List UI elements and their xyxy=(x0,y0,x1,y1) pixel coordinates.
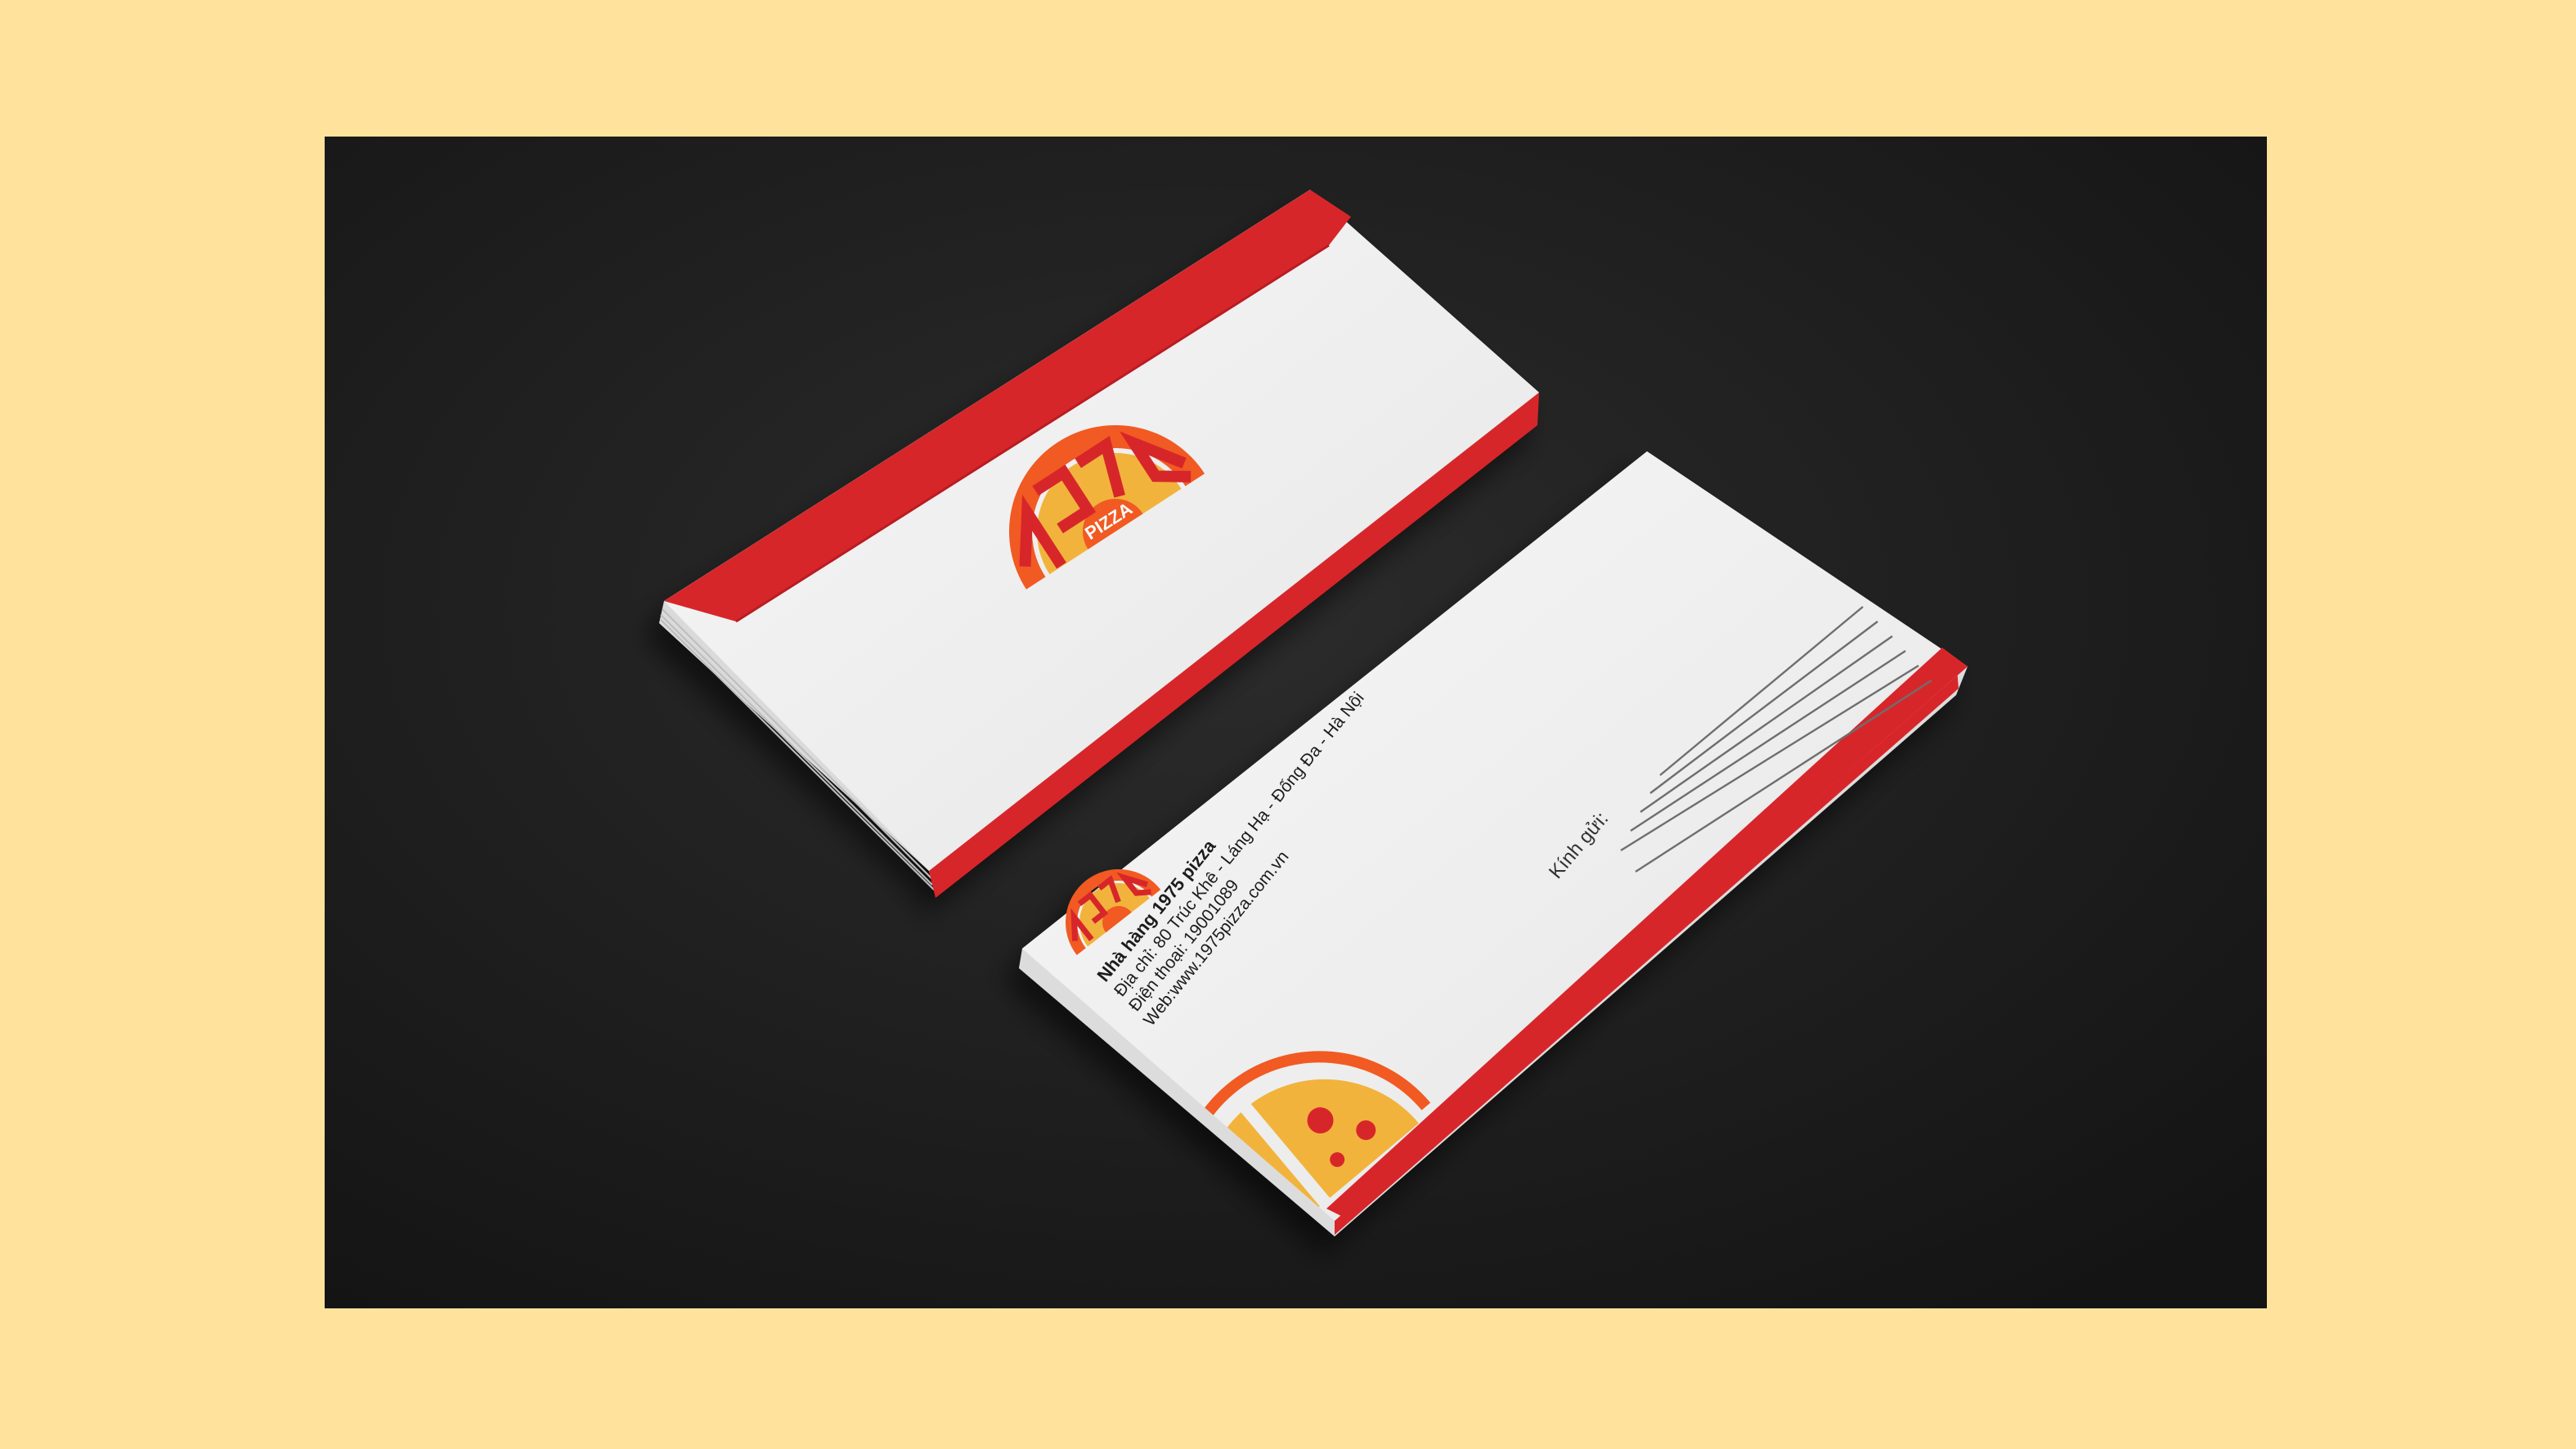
mockup-scene: PIZZA Kính gửi: Nhà hàng 1975 pizza Địa … xyxy=(0,0,2576,1449)
